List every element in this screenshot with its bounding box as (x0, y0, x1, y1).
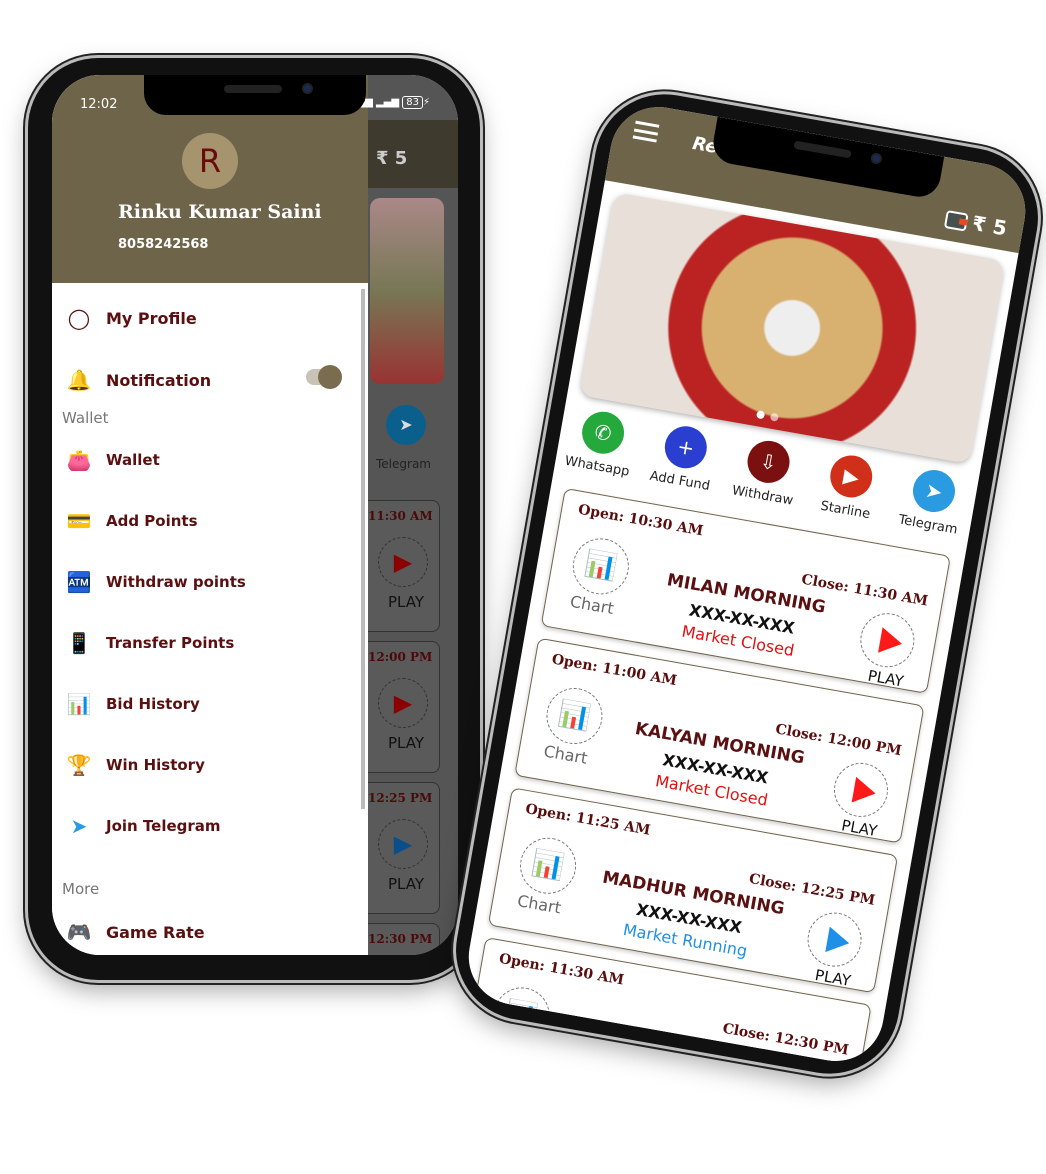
telegram-icon: ➤ (909, 466, 959, 516)
withdraw-icon: 🏧 (66, 570, 92, 594)
background-app-dimmed[interactable]: ₹ 5 ➤ Telegram 11:30 AM ▶ PLAY 12:00 PM ▶ PL… (368, 75, 458, 955)
menu-transfer-points[interactable]: 📱 Transfer Points (64, 628, 235, 658)
notch (144, 75, 366, 115)
background-balance: ₹ 5 (368, 120, 458, 188)
section-more: More (62, 880, 100, 898)
gamepad-icon: 🎮 (66, 920, 92, 944)
drawer-scrollbar[interactable] (361, 289, 365, 809)
play-icon: ▶ (378, 537, 428, 587)
background-banner (370, 198, 444, 384)
wallet-balance: ₹ 5 (970, 210, 1009, 241)
add-fund-icon: + (661, 422, 711, 472)
avatar: R (182, 133, 238, 189)
bid-history-icon: 📊 (66, 692, 92, 716)
telegram-icon: ➤ (386, 405, 426, 445)
background-telegram-label: Telegram (376, 457, 431, 471)
play-icon: ▶ (378, 678, 428, 728)
menu-add-points[interactable]: 💳 Add Points (64, 506, 198, 536)
menu-win-history[interactable]: 🏆 Win History (64, 750, 205, 780)
background-card: 11:30 AM ▶ PLAY (368, 500, 440, 632)
bell-icon: 🔔 (66, 368, 92, 392)
user-phone: 8058242568 (118, 237, 209, 252)
menu-bid-history[interactable]: 📊 Bid History (64, 689, 200, 719)
add-fund-button[interactable]: + Add Fund (639, 420, 729, 496)
menu-game-rate[interactable]: 🎮 Game Rate (64, 917, 205, 947)
section-wallet: Wallet (62, 409, 109, 427)
play-icon: ▶ (826, 452, 876, 501)
telegram-icon: ➤ (70, 814, 88, 838)
trophy-icon: 🏆 (66, 753, 92, 777)
navigation-drawer: R Rinku Kumar Saini 8058242568 ◯ My Profi… (52, 75, 368, 955)
whatsapp-icon: ✆ (578, 408, 628, 458)
profile-icon: ◯ (67, 306, 91, 330)
withdraw-icon: ⇩ (744, 437, 793, 487)
background-card: 12:00 PM ▶ PLAY (368, 641, 440, 773)
menu-join-telegram[interactable]: ➤ Join Telegram (64, 811, 221, 841)
telegram-button[interactable]: ➤ Telegram (887, 463, 977, 539)
withdraw-button[interactable]: ⇩ Withdraw (722, 434, 812, 510)
starline-button[interactable]: ▶ Starline (805, 449, 895, 525)
status-time: 12:02 (80, 97, 118, 112)
wallet-icon[interactable] (943, 210, 969, 232)
menu-wallet[interactable]: 👛 Wallet (64, 445, 160, 475)
menu-my-profile[interactable]: ◯ My Profile (64, 303, 197, 333)
notification-toggle[interactable] (306, 365, 342, 389)
background-card: 12:25 PM ▶ PLAY (368, 782, 440, 914)
play-icon: ▶ (378, 819, 428, 869)
menu-icon[interactable] (632, 120, 660, 143)
whatsapp-button[interactable]: ✆ Whatsapp (556, 405, 646, 481)
menu-notification: 🔔 Notification (64, 365, 212, 395)
add-points-icon: 💳 (66, 509, 92, 533)
right-phone-screen: Re ₹ 5 ✆ Whatsapp + Add Fund ⇩ Withdraw ▶ St… (461, 99, 1033, 1069)
transfer-icon: 📱 (66, 631, 92, 655)
background-card: 12:30 PM (368, 923, 440, 955)
left-phone-screen: ₹ 5 ➤ Telegram 11:30 AM ▶ PLAY 12:00 PM ▶ PL… (52, 75, 458, 955)
menu-withdraw-points[interactable]: 🏧 Withdraw points (64, 567, 246, 597)
wallet-icon: 👛 (66, 448, 92, 472)
right-phone: Re ₹ 5 ✆ Whatsapp + Add Fund ⇩ Withdraw ▶ St… (444, 83, 1046, 1085)
user-name: Rinku Kumar Saini (118, 201, 322, 223)
